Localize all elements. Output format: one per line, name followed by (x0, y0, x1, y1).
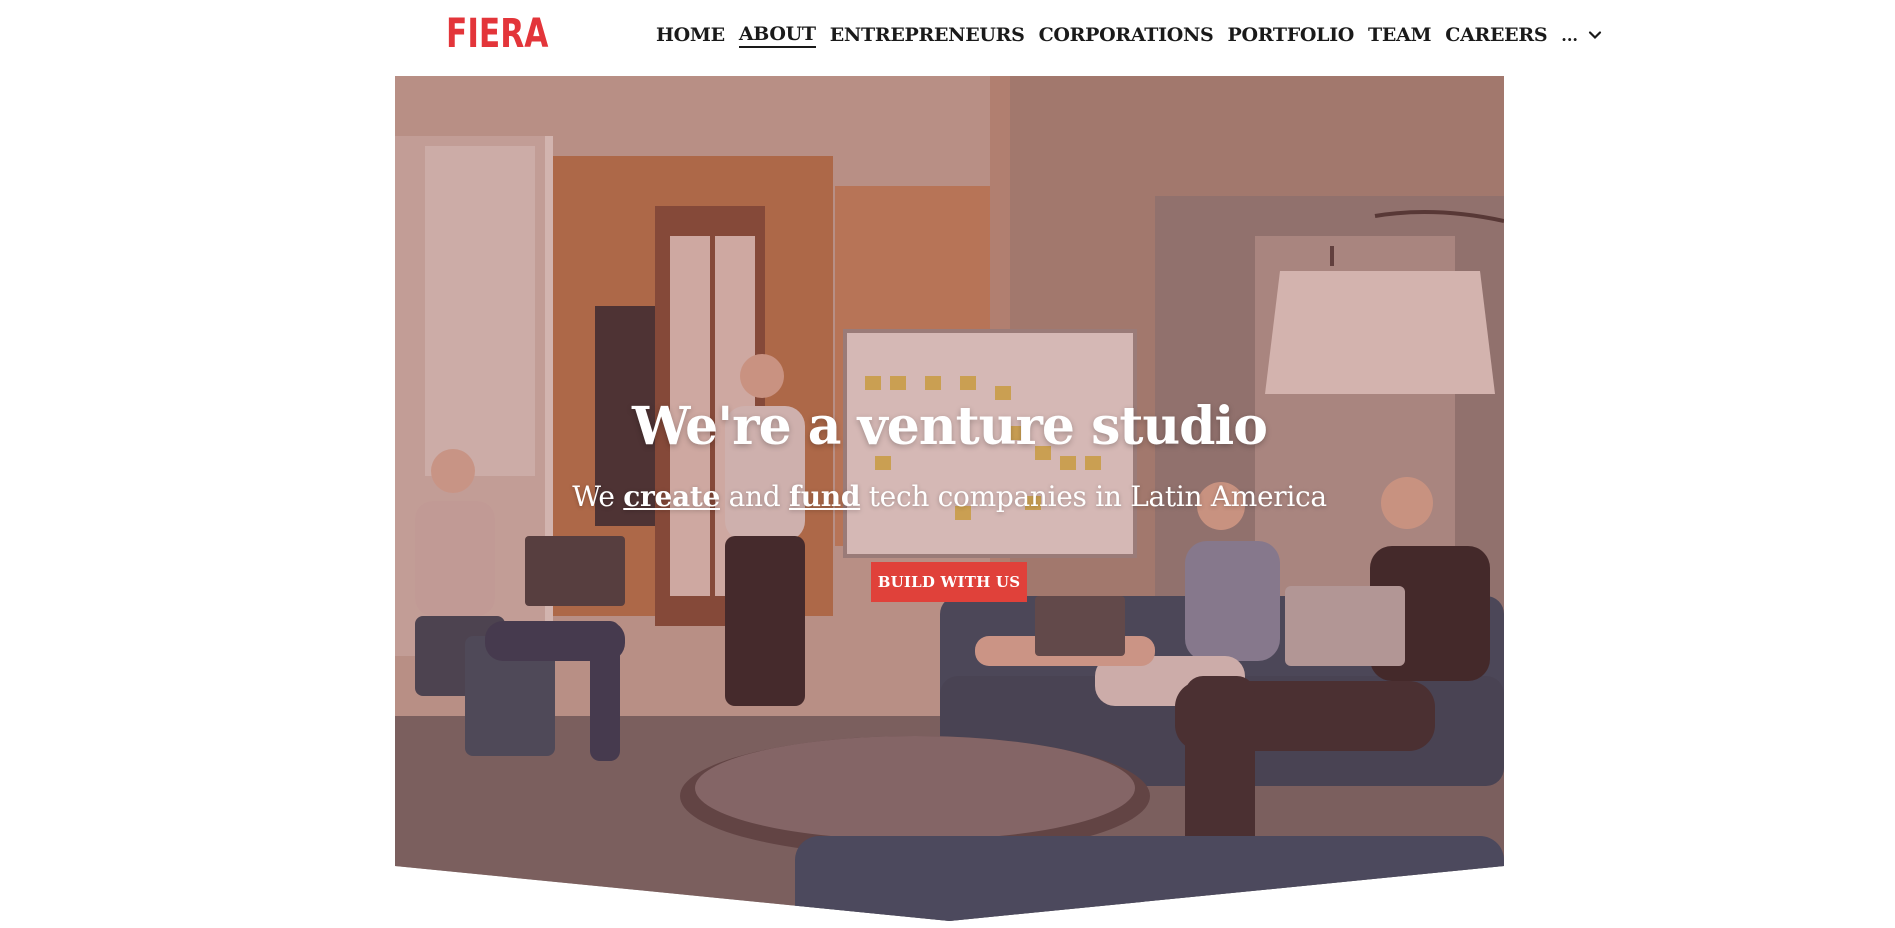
nav-item-portfolio[interactable]: PORTFOLIO (1227, 24, 1354, 46)
nav-more-dropdown[interactable]: ... (1561, 26, 1602, 45)
fund-link[interactable]: fund (789, 480, 860, 513)
hero-section: We're a venture studio We create and fun… (395, 76, 1504, 921)
build-with-us-button[interactable]: BUILD WITH US (871, 562, 1027, 602)
nav-item-team[interactable]: TEAM (1368, 24, 1432, 46)
hero-title: We're a venture studio (632, 396, 1268, 457)
hero-subtitle: We create and fund tech companies in Lat… (395, 480, 1504, 513)
main-nav: HOME ABOUT ENTREPRENEURS CORPORATIONS PO… (656, 20, 1602, 50)
hero-subtitle-middle: and (728, 480, 781, 513)
nav-more-label: ... (1561, 25, 1578, 45)
create-link[interactable]: create (623, 480, 720, 513)
hero-subtitle-prefix: We (572, 480, 615, 513)
brand-logo[interactable]: FIERA (446, 12, 548, 56)
nav-item-corporations[interactable]: CORPORATIONS (1039, 24, 1214, 46)
nav-item-entrepreneurs[interactable]: ENTREPRENEURS (830, 24, 1025, 46)
nav-item-about[interactable]: ABOUT (738, 23, 816, 48)
chevron-down-icon (1588, 31, 1602, 40)
nav-item-home[interactable]: HOME (656, 24, 725, 46)
nav-item-careers[interactable]: CAREERS (1445, 24, 1547, 46)
hero-subtitle-suffix: tech companies in Latin America (868, 480, 1327, 513)
